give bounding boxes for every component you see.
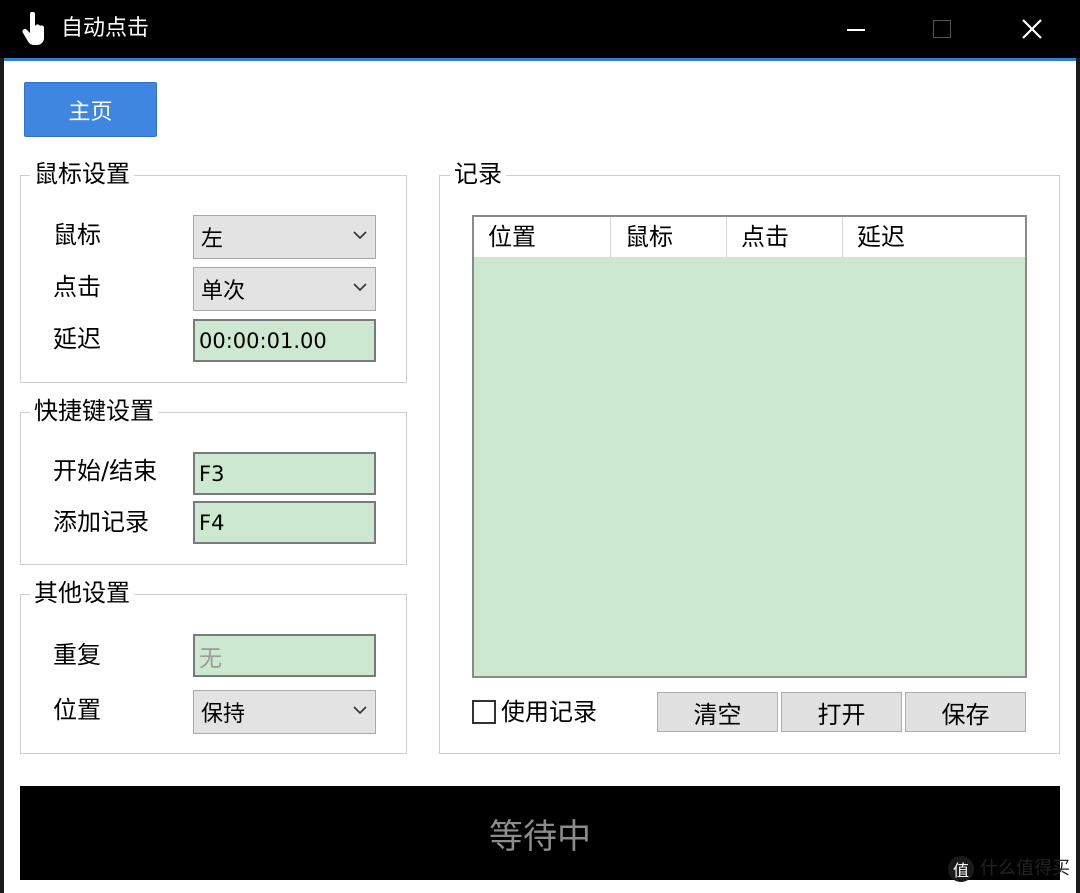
hotkey-settings-title: 快捷键设置: [30, 396, 158, 426]
mouse-settings-title: 鼠标设置: [30, 159, 134, 189]
start-stop-hotkey-input[interactable]: F3: [193, 452, 376, 495]
position-value: 保持: [201, 702, 246, 727]
close-icon: [1022, 19, 1042, 39]
open-button[interactable]: 打开: [781, 692, 902, 732]
close-button[interactable]: [990, 0, 1074, 58]
clear-button[interactable]: 清空: [657, 692, 778, 732]
repeat-value: 无: [199, 645, 222, 672]
records-title: 记录: [450, 159, 506, 189]
delay-label: 延迟: [53, 325, 101, 353]
column-header-delay[interactable]: 延迟: [843, 217, 1025, 257]
delay-input[interactable]: 00:00:01.00: [193, 319, 376, 362]
hand-pointer-icon: [22, 11, 48, 46]
zhi-logo-icon: 值: [948, 856, 974, 882]
status-bar: 等待中: [20, 786, 1060, 880]
chevron-down-icon: [353, 706, 367, 715]
repeat-label: 重复: [53, 641, 101, 669]
column-header-position[interactable]: 位置: [474, 217, 611, 257]
maximize-icon: [933, 20, 951, 38]
click-label: 点击: [53, 273, 101, 301]
add-record-hotkey-value: F4: [199, 510, 225, 535]
mouse-label: 鼠标: [53, 221, 101, 249]
click-type-value: 单次: [201, 279, 246, 304]
chevron-down-icon: [353, 231, 367, 240]
maximize-button[interactable]: [900, 0, 984, 58]
records-table-header: 位置 鼠标 点击 延迟: [474, 217, 1025, 257]
delay-value: 00:00:01.00: [199, 328, 327, 353]
window-border-right: [1076, 58, 1080, 893]
click-type-select[interactable]: 单次: [193, 267, 376, 311]
window-title: 自动点击: [61, 16, 150, 41]
mouse-button-select[interactable]: 左: [193, 215, 376, 259]
tab-main[interactable]: 主页: [24, 82, 157, 137]
mouse-button-value: 左: [201, 227, 224, 252]
watermark-text: 什么值得买: [980, 858, 1070, 879]
add-record-label: 添加记录: [53, 508, 149, 536]
add-record-hotkey-input[interactable]: F4: [193, 501, 376, 544]
start-stop-hotkey-value: F3: [199, 461, 225, 486]
start-stop-label: 开始/结束: [53, 457, 158, 485]
use-record-label[interactable]: 使用记录: [501, 696, 597, 728]
repeat-input[interactable]: 无: [193, 634, 376, 677]
chevron-down-icon: [353, 283, 367, 292]
position-select[interactable]: 保持: [193, 690, 376, 734]
column-header-click[interactable]: 点击: [727, 217, 843, 257]
minimize-button[interactable]: [814, 0, 898, 58]
other-settings-title: 其他设置: [30, 578, 134, 608]
save-button[interactable]: 保存: [905, 692, 1026, 732]
column-header-mouse[interactable]: 鼠标: [611, 217, 727, 257]
minimize-icon: [847, 29, 865, 31]
title-accent-line: [0, 58, 1080, 61]
position-label: 位置: [53, 696, 101, 724]
status-text: 等待中: [489, 816, 591, 857]
window-border-left: [0, 58, 4, 893]
use-record-checkbox[interactable]: [472, 700, 496, 724]
records-table[interactable]: 位置 鼠标 点击 延迟: [472, 215, 1027, 678]
